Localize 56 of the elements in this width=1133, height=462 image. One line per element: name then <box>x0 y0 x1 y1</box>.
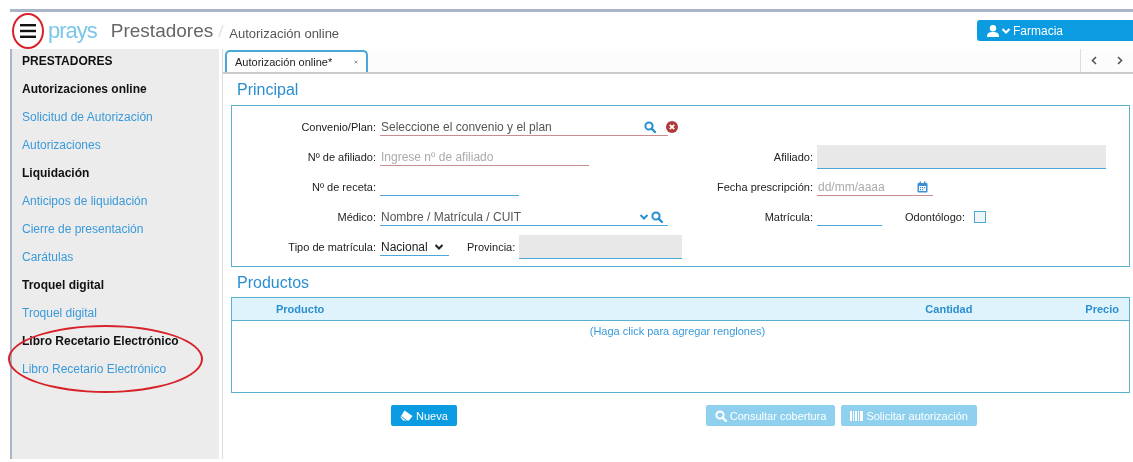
chevron-left-icon <box>1091 56 1097 65</box>
close-icon <box>354 58 358 66</box>
user-menu-button[interactable]: Farmacia <box>977 20 1133 41</box>
select-field[interactable]: Nacional <box>380 238 449 256</box>
input-field[interactable]: Nombre / Matrícula / CUIT <box>380 208 668 226</box>
sidebar-link[interactable]: Cierre de presentación <box>22 217 219 245</box>
breadcrumb-separator-icon <box>217 22 226 39</box>
field-label: Médico: <box>336 210 376 225</box>
clear-icon <box>666 121 678 133</box>
field-label: Fecha prescripción: <box>716 180 813 195</box>
new-button[interactable]: Nueva <box>391 405 457 426</box>
breadcrumb: Autorización online <box>229 25 340 41</box>
calendar-icon <box>917 180 928 193</box>
input-field[interactable]: dd/mm/aaaa <box>817 178 933 196</box>
column-header[interactable]: Precio <box>1085 303 1129 315</box>
column-header[interactable]: Cantidad <box>925 303 1086 315</box>
logo: prays <box>48 19 97 42</box>
sidebar-section-title: Liquidación <box>22 165 91 182</box>
caret-icon <box>639 212 649 221</box>
barcode-icon <box>850 410 864 421</box>
sidebar-link[interactable]: Troquel digital <box>22 301 219 329</box>
sidebar-link[interactable]: Solicitud de Autorización <box>22 105 219 133</box>
sidebar-section-title: Libro Recetario Electrónico <box>22 333 180 350</box>
field-label: Nº de afiliado: <box>306 150 376 165</box>
field-label: Convenio/Plan: <box>300 120 376 135</box>
search-icon <box>644 121 656 133</box>
tab[interactable]: Autorización online* <box>225 50 368 72</box>
checkbox[interactable] <box>973 211 986 223</box>
caret-icon <box>434 242 444 251</box>
add-rows-link[interactable]: (Haga click para agregar renglones) <box>589 325 766 337</box>
user-icon <box>987 24 999 37</box>
input-field[interactable]: Seleccione el convenio y el plan <box>380 118 668 136</box>
field-label: Provincia: <box>467 240 516 255</box>
section-title: Productos <box>237 274 311 293</box>
field-label: Matrícula: <box>763 210 813 225</box>
sidebar-link[interactable]: Anticipos de liquidación <box>22 189 219 217</box>
field-label: Tipo de matrícula: <box>287 240 376 255</box>
sidebar-link[interactable]: Autorizaciones <box>22 133 219 161</box>
caret-icon <box>1001 26 1011 35</box>
sidebar-section-title: Autorizaciones online <box>22 81 148 98</box>
search-icon <box>651 210 663 223</box>
section-title: Principal <box>237 81 300 100</box>
search-icon <box>714 409 727 422</box>
sidebar-section-title: Troquel digital <box>22 277 105 294</box>
app-title: Prestadores <box>110 19 214 42</box>
eraser-icon <box>400 410 413 421</box>
sidebar-link[interactable]: Carátulas <box>22 245 219 273</box>
field-label: Odontólogo: <box>905 210 965 225</box>
input-field[interactable]: Ingrese nº de afiliado <box>380 148 589 166</box>
chevron-right-icon <box>1117 56 1123 65</box>
sidebar-title: PRESTADORES <box>22 53 114 70</box>
field-label: Nº de receta: <box>311 180 376 195</box>
menu-icon <box>20 23 36 38</box>
sidebar-link[interactable]: Libro Recetario Electrónico <box>22 357 219 385</box>
field-label: Afiliado: <box>772 150 813 165</box>
column-header[interactable]: Producto <box>276 303 926 315</box>
